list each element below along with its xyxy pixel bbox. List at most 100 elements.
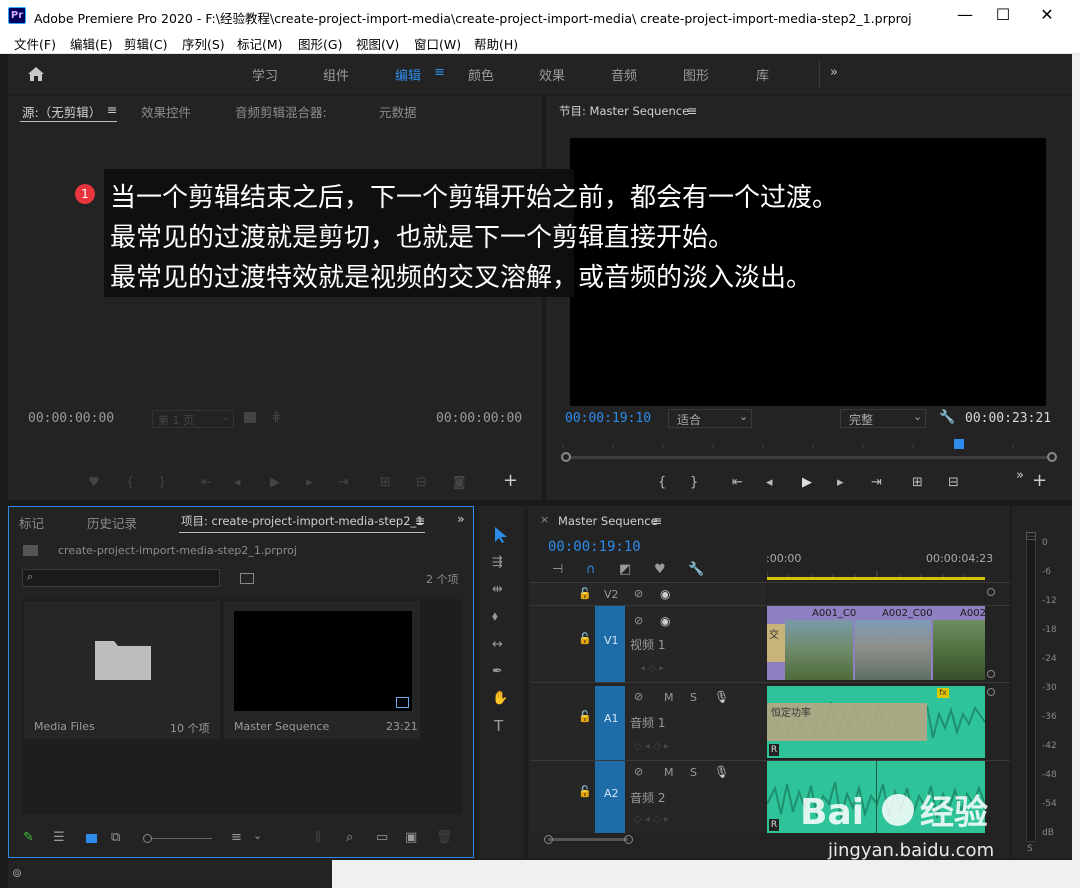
mark-in-icon[interactable]: { [126, 476, 134, 490]
video-transition[interactable]: 交 [767, 624, 785, 662]
sync-lock-icon[interactable]: ⊘ [634, 614, 643, 628]
lock-icon[interactable]: 🔓 [578, 632, 592, 646]
slip-tool-icon[interactable]: ↔ [492, 638, 503, 652]
step-forward-icon[interactable]: ▸ [306, 476, 313, 490]
mute-button[interactable]: M [664, 766, 674, 779]
cloud-sync-icon[interactable]: ⊚ [12, 866, 22, 880]
clip-thumbnail-a002[interactable] [933, 620, 985, 680]
tab-source[interactable]: 源:（无剪辑） [22, 102, 101, 121]
audio-scroll-handle[interactable] [987, 688, 995, 696]
mark-in-icon[interactable]: { [658, 476, 666, 490]
workspace-graphics[interactable]: 图形 [683, 65, 709, 84]
go-to-in-icon[interactable]: ⇤ [201, 476, 212, 490]
lift-icon[interactable]: ⊞ [912, 476, 923, 490]
workspace-more-icon[interactable]: » [830, 65, 838, 80]
timeline-close-icon[interactable]: × [540, 513, 549, 526]
clip-thumbnail-a002-c00[interactable] [855, 620, 931, 680]
extract-icon[interactable]: ⊟ [948, 476, 959, 490]
project-tab-menu-icon[interactable]: ≡ [415, 513, 425, 528]
track-header-a2[interactable]: 🔓 A2 ⊘ M S 🎙 音频 2 ◇ ◂ ◇ ▸ [530, 761, 766, 833]
linked-selection-icon[interactable]: ◩ [619, 563, 631, 577]
lock-icon[interactable]: 🔓 [578, 710, 592, 724]
scroll-handle-left[interactable] [544, 835, 553, 844]
maximize-button[interactable]: ☐ [980, 0, 1026, 32]
insert-icon[interactable]: ⊞ [380, 476, 391, 490]
clip-name-a001[interactable]: A001_C0 [812, 608, 856, 619]
keyframe-prev-icon[interactable]: ◂ ◇ ▸ [640, 662, 664, 676]
clip-name-a002[interactable]: A002 [960, 608, 986, 619]
scroll-handle-right[interactable] [624, 835, 633, 844]
menu-graphics[interactable]: 图形(G) [298, 34, 342, 53]
menu-clip[interactable]: 剪辑(C) [124, 34, 167, 53]
clip-name-a002-c00[interactable]: A002_C00 [882, 608, 933, 619]
source-tab-menu-icon[interactable]: ≡ [107, 102, 117, 117]
menu-edit[interactable]: 编辑(E) [70, 34, 113, 53]
tab-audio-clip-mixer[interactable]: 音频剪辑混合器: [235, 102, 327, 121]
clip-thumbnail-a001[interactable] [785, 620, 853, 680]
zoom-bar[interactable] [566, 456, 1052, 459]
keyframe-nav-icon[interactable]: ◇ ◂ ◇ ▸ [634, 813, 669, 827]
keyframe-nav-icon[interactable]: ◇ ◂ ◇ ▸ [634, 740, 669, 754]
workspace-editing[interactable]: 编辑 [395, 65, 421, 84]
find-icon[interactable]: ⌕ [346, 831, 353, 845]
project-search-input[interactable]: ⌕ [22, 569, 220, 587]
program-title[interactable]: 节目: Master Sequence [559, 103, 689, 119]
work-area-bar[interactable] [767, 577, 985, 580]
overwrite-icon[interactable]: ⊟ [416, 476, 427, 490]
camera-icon[interactable]: ◙ [453, 476, 466, 490]
pen-tool-icon[interactable]: ✒ [492, 665, 503, 679]
sync-lock-icon[interactable]: ⊘ [634, 690, 643, 704]
timeline-menu-icon[interactable]: ≡ [652, 513, 662, 528]
fit-select[interactable]: 适合 ⌄ [668, 409, 752, 428]
audio-transition-constant-power[interactable]: 恒定功率 [767, 703, 927, 741]
video-scroll-handle[interactable] [987, 588, 995, 596]
selection-tool-icon[interactable] [494, 526, 508, 544]
meter-solo-button[interactable]: S [1027, 844, 1033, 854]
project-more-icon[interactable]: » [457, 511, 465, 526]
workspace-menu-icon[interactable]: ≡ [434, 65, 445, 80]
tab-metadata[interactable]: 元数据 [379, 102, 417, 121]
eye-icon[interactable]: ◉ [660, 614, 670, 628]
eye-icon[interactable]: ◉ [660, 587, 670, 601]
marker-icon[interactable]: ♥ [88, 476, 100, 490]
lock-icon[interactable]: 🔓 [578, 785, 592, 799]
zoom-slider[interactable] [152, 838, 212, 839]
mute-button[interactable]: M [664, 691, 674, 704]
list-view-icon[interactable]: ☰ [53, 831, 65, 845]
wrench-icon[interactable]: 🔧 [939, 411, 955, 425]
menu-sequence[interactable]: 序列(S) [182, 34, 225, 53]
nest-icon[interactable]: ⊣ [552, 563, 563, 577]
lock-icon[interactable]: 🔓 [578, 587, 592, 601]
ripple-edit-tool-icon[interactable]: ⇹ [492, 583, 503, 597]
tab-project[interactable]: 项目: create-project-import-media-step2_1 [181, 513, 424, 529]
track-name-a2[interactable]: 音频 2 [630, 789, 665, 806]
pencil-icon[interactable]: ✎ [23, 831, 34, 845]
timeline-wrench-icon[interactable]: 🔧 [688, 563, 704, 577]
solo-button[interactable]: S [690, 766, 697, 779]
sync-lock-icon[interactable]: ⊘ [634, 765, 643, 779]
track-header-v1[interactable]: 🔓 V1 ⊘ ◉ 视频 1 ◂ ◇ ▸ [530, 606, 766, 682]
page-select[interactable]: 第 1 页 ⌄ [152, 410, 234, 428]
find-bin-icon[interactable] [240, 573, 254, 584]
timeline-scrollbar[interactable] [548, 838, 628, 841]
more-buttons-icon[interactable]: » [1016, 469, 1024, 483]
type-tool-icon[interactable]: T [494, 719, 503, 734]
video-scroll-handle[interactable] [987, 670, 995, 678]
freeform-view-icon[interactable]: ⧉ [111, 831, 120, 845]
bin-master-sequence[interactable]: Master Sequence 23:21 [224, 601, 420, 739]
add-marker-icon[interactable]: ♥ [654, 563, 666, 577]
settings-dots-icon[interactable]: ⋕ [271, 411, 282, 425]
microphone-icon[interactable]: 🎙 [714, 690, 729, 704]
menu-file[interactable]: 文件(F) [14, 34, 56, 53]
track-id-v2[interactable]: V2 [604, 588, 619, 601]
step-forward-icon[interactable]: ▸ [837, 476, 844, 490]
automate-icon[interactable]: ⫼ [315, 831, 321, 845]
track-id-v1[interactable]: V1 [604, 634, 619, 647]
add-button-icon[interactable]: + [1032, 472, 1047, 490]
zoom-handle-left[interactable] [561, 452, 571, 462]
menu-view[interactable]: 视图(V) [356, 34, 399, 53]
program-timecode-current[interactable]: 00:00:19:10 [565, 411, 651, 426]
new-item-icon[interactable]: ▣ [405, 831, 417, 845]
quality-select[interactable]: 完整 ⌄ [840, 409, 926, 428]
step-back-icon[interactable]: ◂ [234, 476, 241, 490]
